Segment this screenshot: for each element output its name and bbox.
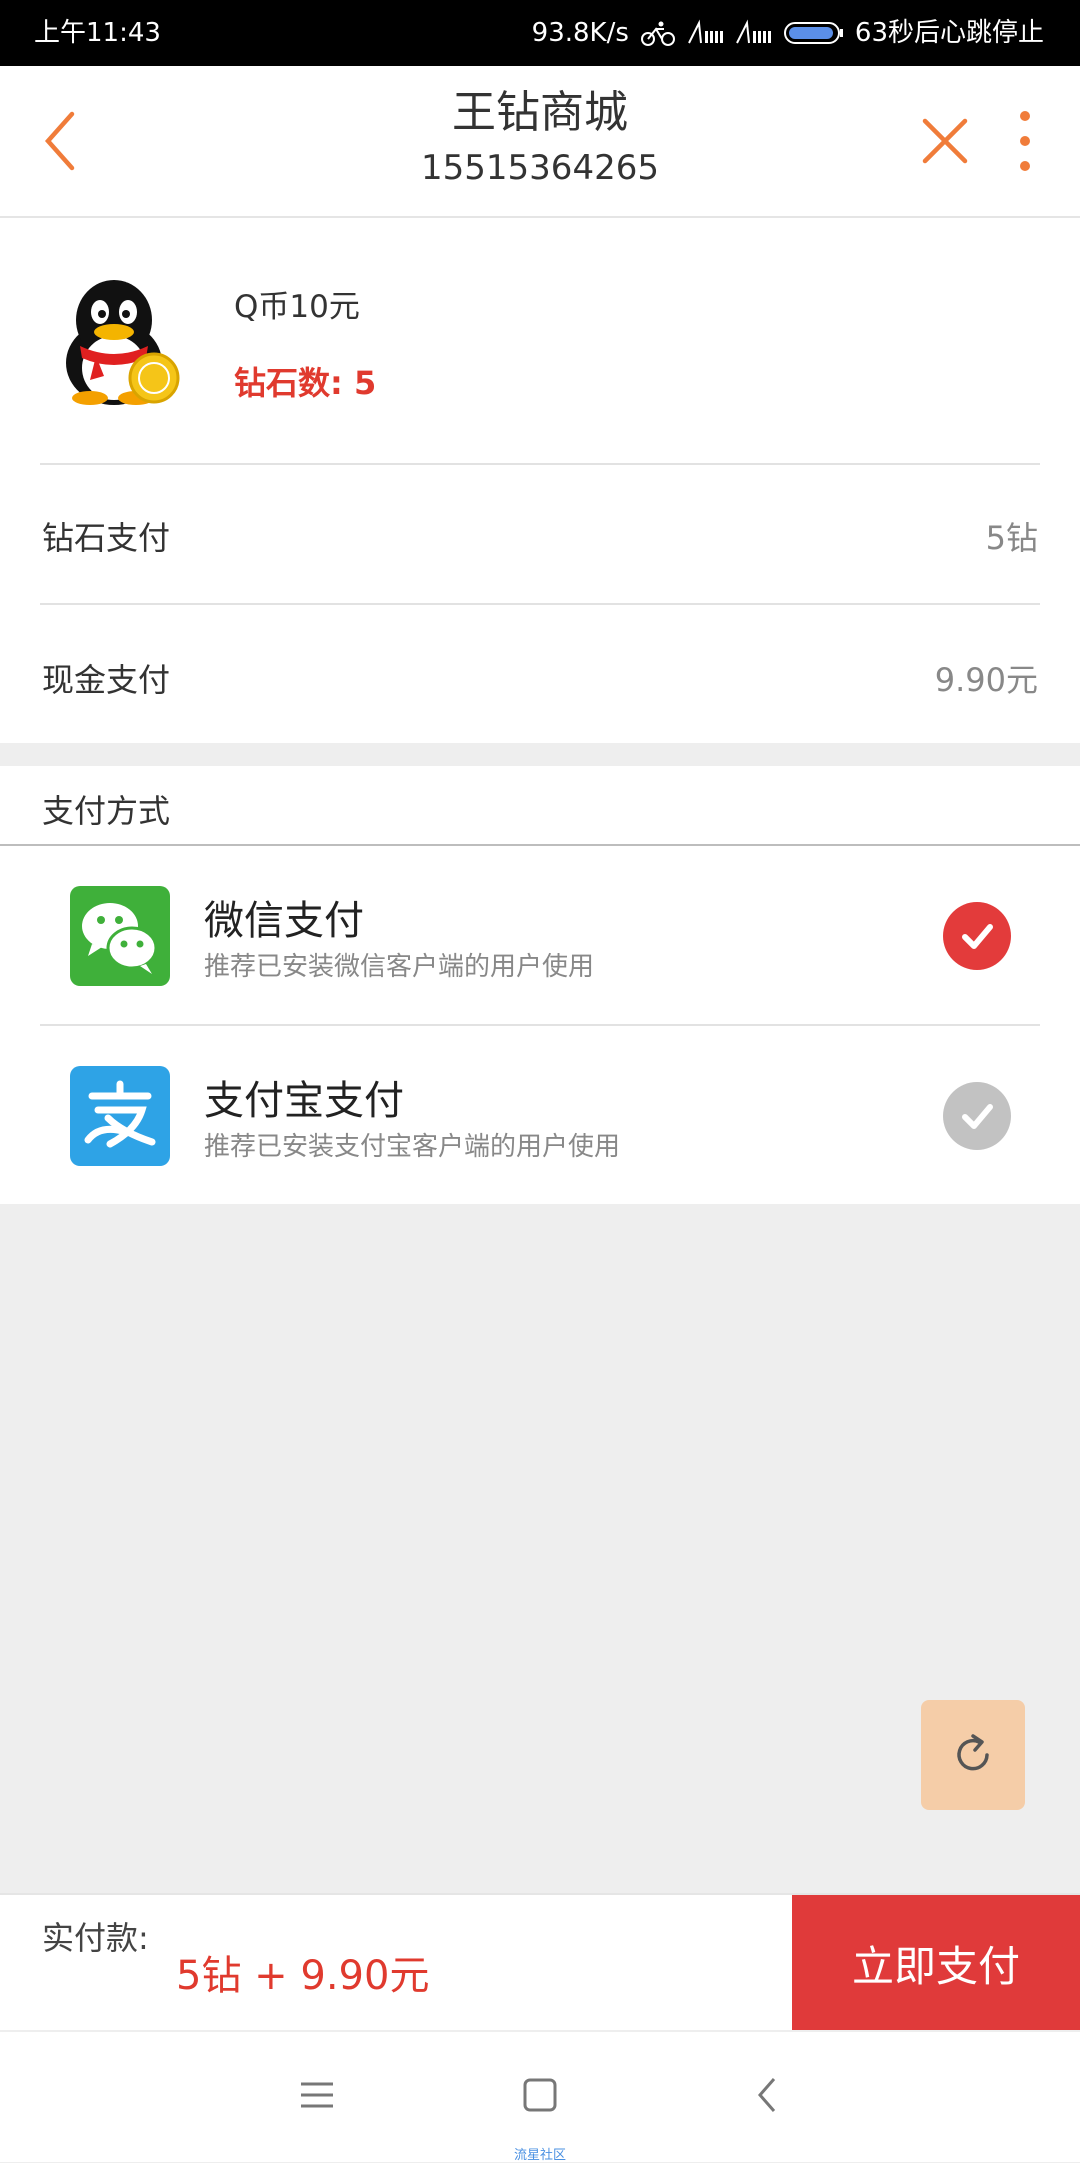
more-vertical-icon bbox=[1020, 111, 1030, 171]
check-icon bbox=[962, 924, 993, 949]
diamond-pay-label: 钻石支付 bbox=[42, 519, 171, 557]
wechat-radio-checked[interactable] bbox=[943, 902, 1011, 970]
refresh-button[interactable] bbox=[921, 1700, 1025, 1810]
nav-menu-button[interactable] bbox=[282, 2060, 352, 2130]
nav-home-button[interactable] bbox=[505, 2060, 575, 2130]
status-right: 93.8K/s 63秒后心跳停止 bbox=[532, 16, 1044, 50]
more-button[interactable] bbox=[1005, 106, 1045, 176]
product-section: Q币10元 钻石数: 5 钻石支付 5钻 现金支付 9.90元 bbox=[0, 218, 1080, 743]
alipay-radio-unchecked[interactable] bbox=[943, 1082, 1011, 1150]
payment-option-title: 支付宝支付 bbox=[204, 1078, 404, 1124]
check-icon bbox=[962, 1104, 993, 1129]
cash-pay-value: 9.90元 bbox=[934, 661, 1038, 699]
payment-option-title: 微信支付 bbox=[204, 898, 364, 944]
refresh-icon bbox=[957, 1734, 989, 1771]
system-nav-bar: 流星社区 bbox=[0, 2030, 1080, 2163]
cash-pay-label: 现金支付 bbox=[42, 661, 171, 699]
header: 王钻商城 15515364265 bbox=[0, 66, 1080, 218]
signal-icon-2 bbox=[736, 19, 771, 44]
diamond-pay-value: 5钻 bbox=[985, 519, 1038, 557]
payment-option-desc: 推荐已安装支付宝客户端的用户使用 bbox=[204, 1132, 621, 1162]
close-button[interactable] bbox=[915, 111, 975, 171]
wechat-icon bbox=[70, 886, 170, 986]
chevron-left-icon bbox=[758, 2078, 776, 2112]
status-bar: 上午11:43 93.8K/s 63秒后心跳停止 bbox=[0, 0, 1080, 66]
close-icon bbox=[922, 118, 968, 164]
watermark-text: 流星社区 bbox=[513, 2148, 566, 2163]
heartbeat-status: 63秒后心跳停止 bbox=[854, 18, 1044, 48]
payment-methods-title: 支付方式 bbox=[42, 792, 171, 830]
payment-methods-list: 微信支付 推荐已安装微信客户端的用户使用 支付宝支付 推荐已安装支付宝客户端的用… bbox=[0, 846, 1080, 1204]
network-speed: 93.8K/s bbox=[531, 18, 629, 48]
cycling-icon bbox=[640, 21, 675, 46]
signal-icon bbox=[688, 19, 723, 44]
divider bbox=[40, 463, 1040, 465]
status-time: 上午11:43 bbox=[34, 18, 161, 48]
menu-icon bbox=[301, 2082, 333, 2108]
checkout-bar: 实付款: 5钻 + 9.90元 立即支付 bbox=[0, 1893, 1080, 2031]
payment-option-desc: 推荐已安装微信客户端的用户使用 bbox=[204, 952, 595, 982]
battery-icon bbox=[783, 22, 843, 44]
product-name: Q币10元 bbox=[234, 289, 360, 325]
nav-back-button[interactable] bbox=[732, 2060, 802, 2130]
qq-penguin-image bbox=[56, 268, 186, 408]
pay-now-button[interactable]: 立即支付 bbox=[792, 1895, 1080, 2031]
qq-penguin-icon bbox=[66, 280, 180, 405]
home-square-icon bbox=[523, 2078, 557, 2112]
pay-amount: 5钻 + 9.90元 bbox=[176, 1953, 430, 1999]
alipay-icon bbox=[70, 1066, 170, 1166]
pay-label: 实付款: bbox=[42, 1919, 149, 1957]
diamond-count: 钻石数: 5 bbox=[234, 364, 377, 402]
payment-methods-header: 支付方式 bbox=[0, 766, 1080, 846]
divider bbox=[40, 603, 1040, 605]
